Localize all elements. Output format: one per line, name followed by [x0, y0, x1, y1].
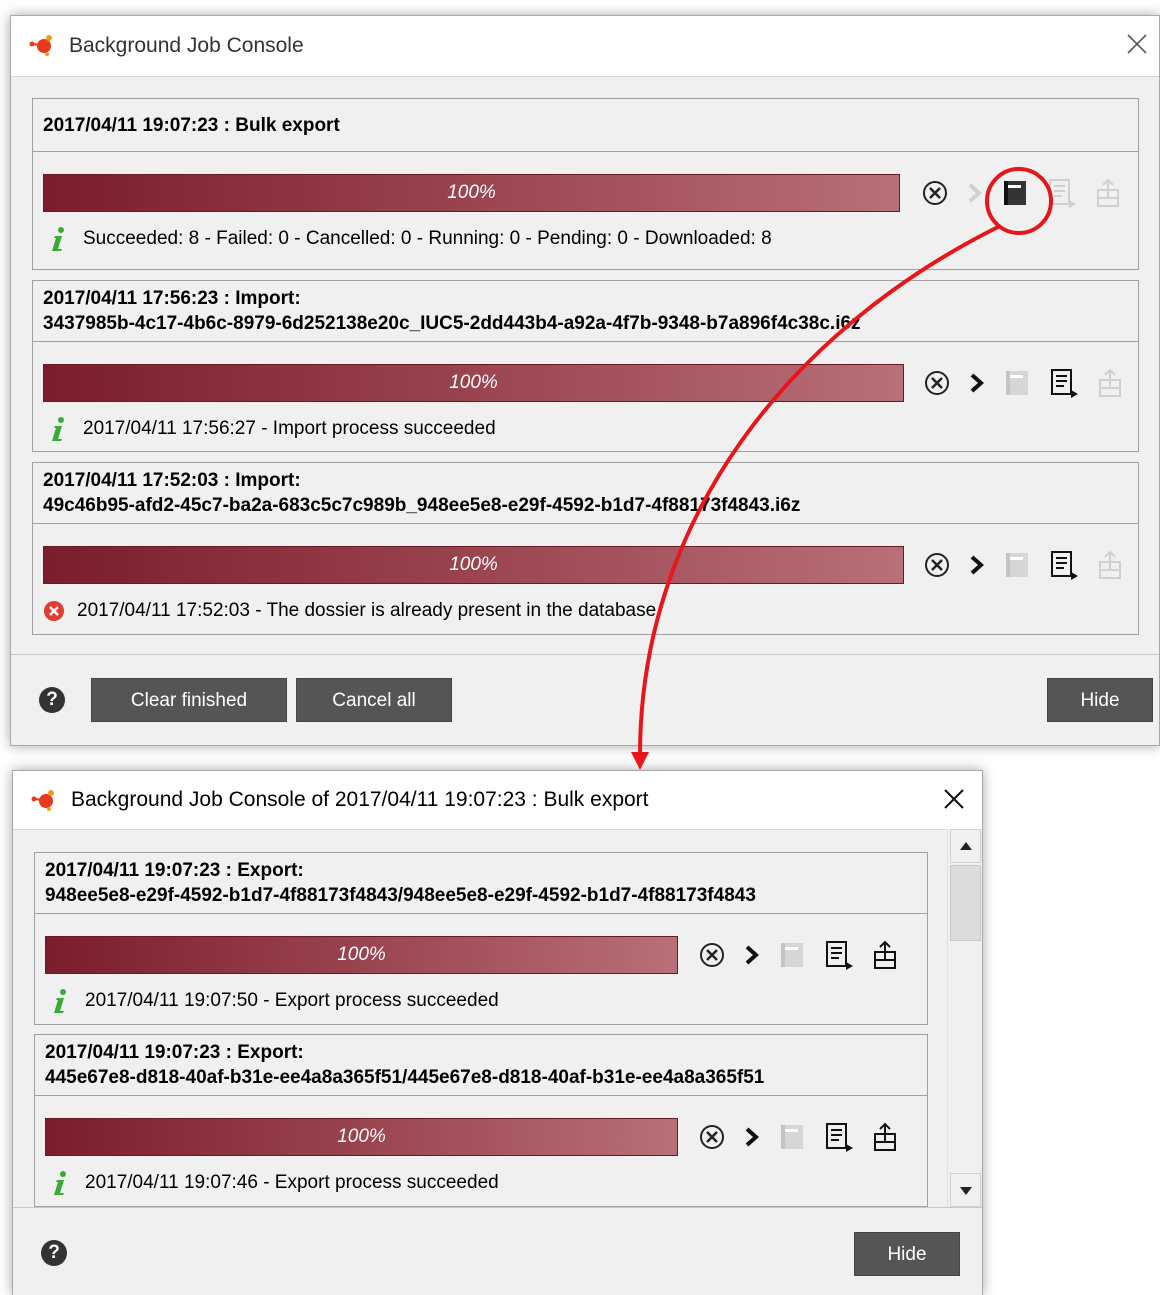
job-item: 2017/04/11 19:07:23 : Bulk export 100% S… [32, 98, 1139, 270]
cancel-all-button[interactable]: Cancel all [296, 678, 452, 722]
info-icon [54, 1171, 66, 1195]
arrow-head-icon [631, 752, 649, 770]
info-icon [54, 989, 66, 1013]
open-subjobs-icon[interactable] [1000, 366, 1034, 400]
progress-label: 100% [449, 372, 498, 393]
job-status: Succeeded: 8 - Failed: 0 - Cancelled: 0 … [47, 226, 772, 252]
job-header-line: 2017/04/11 19:07:23 : Export: [45, 1042, 304, 1063]
error-icon [44, 601, 64, 621]
cancel-job-icon[interactable] [695, 938, 729, 972]
job-header-line: 3437985b-4c17-4b6c-8979-6d252138e20c_IUC… [43, 313, 861, 334]
window-title: Background Job Console [69, 34, 304, 57]
job-header: 2017/04/11 17:56:23 : Import: 3437985b-4… [33, 281, 1138, 342]
arrow-down-icon [960, 1187, 972, 1195]
status-text: 2017/04/11 17:52:03 - The dossier is alr… [77, 600, 657, 621]
job-header: 2017/04/11 19:07:23 : Export: 445e67e8-d… [35, 1035, 927, 1096]
scroll-up-button[interactable] [950, 829, 981, 863]
scroll-thumb[interactable] [950, 865, 981, 941]
arrow-up-icon [960, 842, 972, 850]
window-title: Background Job Console of 2017/04/11 19:… [71, 788, 649, 811]
help-icon[interactable]: ? [39, 687, 65, 713]
app-logo-icon [29, 35, 52, 56]
progress-label: 100% [449, 554, 498, 575]
sub-job-console-window: Background Job Console of 2017/04/11 19:… [12, 770, 983, 1295]
chevron-right-icon[interactable] [965, 176, 985, 210]
log-icon[interactable] [1047, 366, 1081, 400]
background-job-console-window: Background Job Console 2017/04/11 19:07:… [10, 15, 1160, 746]
info-icon [52, 417, 64, 441]
job-header-line: 2017/04/11 17:52:03 : Import: [43, 470, 301, 491]
download-icon[interactable] [869, 1120, 903, 1154]
log-icon[interactable] [822, 1120, 856, 1154]
progress-bar: 100% [45, 936, 678, 974]
open-subjobs-icon[interactable] [775, 1120, 809, 1154]
job-header-line: 49c46b95-afd2-45c7-ba2a-683c5c7c989b_948… [43, 495, 801, 516]
chevron-right-icon[interactable] [967, 366, 987, 400]
open-subjobs-icon[interactable] [775, 938, 809, 972]
job-header: 2017/04/11 17:52:03 : Import: 49c46b95-a… [33, 463, 1138, 524]
cancel-job-icon[interactable] [920, 366, 954, 400]
job-header: 2017/04/11 19:07:23 : Export: 948ee5e8-e… [35, 853, 927, 914]
job-status: 2017/04/11 19:07:50 - Export process suc… [49, 988, 499, 1014]
status-text: 2017/04/11 19:07:50 - Export process suc… [85, 990, 499, 1011]
job-status: 2017/04/11 19:07:46 - Export process suc… [49, 1170, 499, 1196]
cancel-job-icon[interactable] [918, 176, 952, 210]
title-bar: Background Job Console of 2017/04/11 19:… [13, 771, 982, 829]
job-status: 2017/04/11 17:56:27 - Import process suc… [47, 416, 496, 442]
progress-label: 100% [337, 944, 386, 965]
chevron-right-icon[interactable] [742, 938, 762, 972]
hide-button[interactable]: Hide [854, 1232, 960, 1276]
status-text: 2017/04/11 19:07:46 - Export process suc… [85, 1172, 499, 1193]
download-icon[interactable] [1094, 548, 1128, 582]
progress-bar: 100% [43, 364, 904, 402]
job-list: 2017/04/11 19:07:23 : Bulk export 100% S… [11, 76, 1159, 656]
help-icon[interactable]: ? [41, 1240, 67, 1266]
hide-button[interactable]: Hide [1047, 678, 1153, 722]
download-icon[interactable] [1092, 176, 1126, 210]
job-header: 2017/04/11 19:07:23 : Bulk export [33, 99, 1138, 152]
log-icon[interactable] [822, 938, 856, 972]
open-subjobs-icon[interactable] [998, 176, 1032, 210]
chevron-right-icon[interactable] [967, 548, 987, 582]
status-text: Succeeded: 8 - Failed: 0 - Cancelled: 0 … [83, 228, 772, 249]
log-icon[interactable] [1045, 176, 1079, 210]
job-header-line: 948ee5e8-e29f-4592-b1d7-4f88173f4843/948… [45, 885, 756, 906]
job-header-line: 445e67e8-d818-40af-b31e-ee4a8a365f51/445… [45, 1067, 765, 1088]
log-icon[interactable] [1047, 548, 1081, 582]
job-item: 2017/04/11 19:07:23 : Export: 445e67e8-d… [34, 1034, 928, 1207]
progress-bar: 100% [43, 546, 904, 584]
console-footer: ? Clear finished Cancel all Hide [11, 654, 1159, 745]
progress-bar: 100% [45, 1118, 678, 1156]
title-bar: Background Job Console [11, 16, 1159, 76]
clear-finished-button[interactable]: Clear finished [91, 678, 287, 722]
progress-label: 100% [447, 182, 496, 203]
info-icon [52, 227, 64, 251]
close-icon[interactable] [940, 785, 968, 813]
close-icon[interactable] [1123, 30, 1151, 58]
scroll-down-button[interactable] [950, 1173, 981, 1207]
console-footer: ? Hide [13, 1207, 982, 1295]
vertical-scrollbar[interactable] [947, 829, 982, 1207]
cancel-job-icon[interactable] [695, 1120, 729, 1154]
job-list: 2017/04/11 19:07:23 : Export: 948ee5e8-e… [13, 829, 982, 1207]
job-header-line: 2017/04/11 17:56:23 : Import: [43, 288, 301, 309]
app-logo-icon [31, 790, 54, 811]
progress-bar: 100% [43, 174, 900, 212]
open-subjobs-icon[interactable] [1000, 548, 1034, 582]
download-icon[interactable] [869, 938, 903, 972]
download-icon[interactable] [1094, 366, 1128, 400]
chevron-right-icon[interactable] [742, 1120, 762, 1154]
cancel-job-icon[interactable] [920, 548, 954, 582]
job-status: 2017/04/11 17:52:03 - The dossier is alr… [43, 598, 656, 624]
progress-label: 100% [337, 1126, 386, 1147]
job-header-line: 2017/04/11 19:07:23 : Export: [45, 860, 304, 881]
job-item: 2017/04/11 19:07:23 : Export: 948ee5e8-e… [34, 852, 928, 1025]
job-item: 2017/04/11 17:52:03 : Import: 49c46b95-a… [32, 462, 1139, 635]
status-text: 2017/04/11 17:56:27 - Import process suc… [83, 418, 496, 439]
job-item: 2017/04/11 17:56:23 : Import: 3437985b-4… [32, 280, 1139, 452]
